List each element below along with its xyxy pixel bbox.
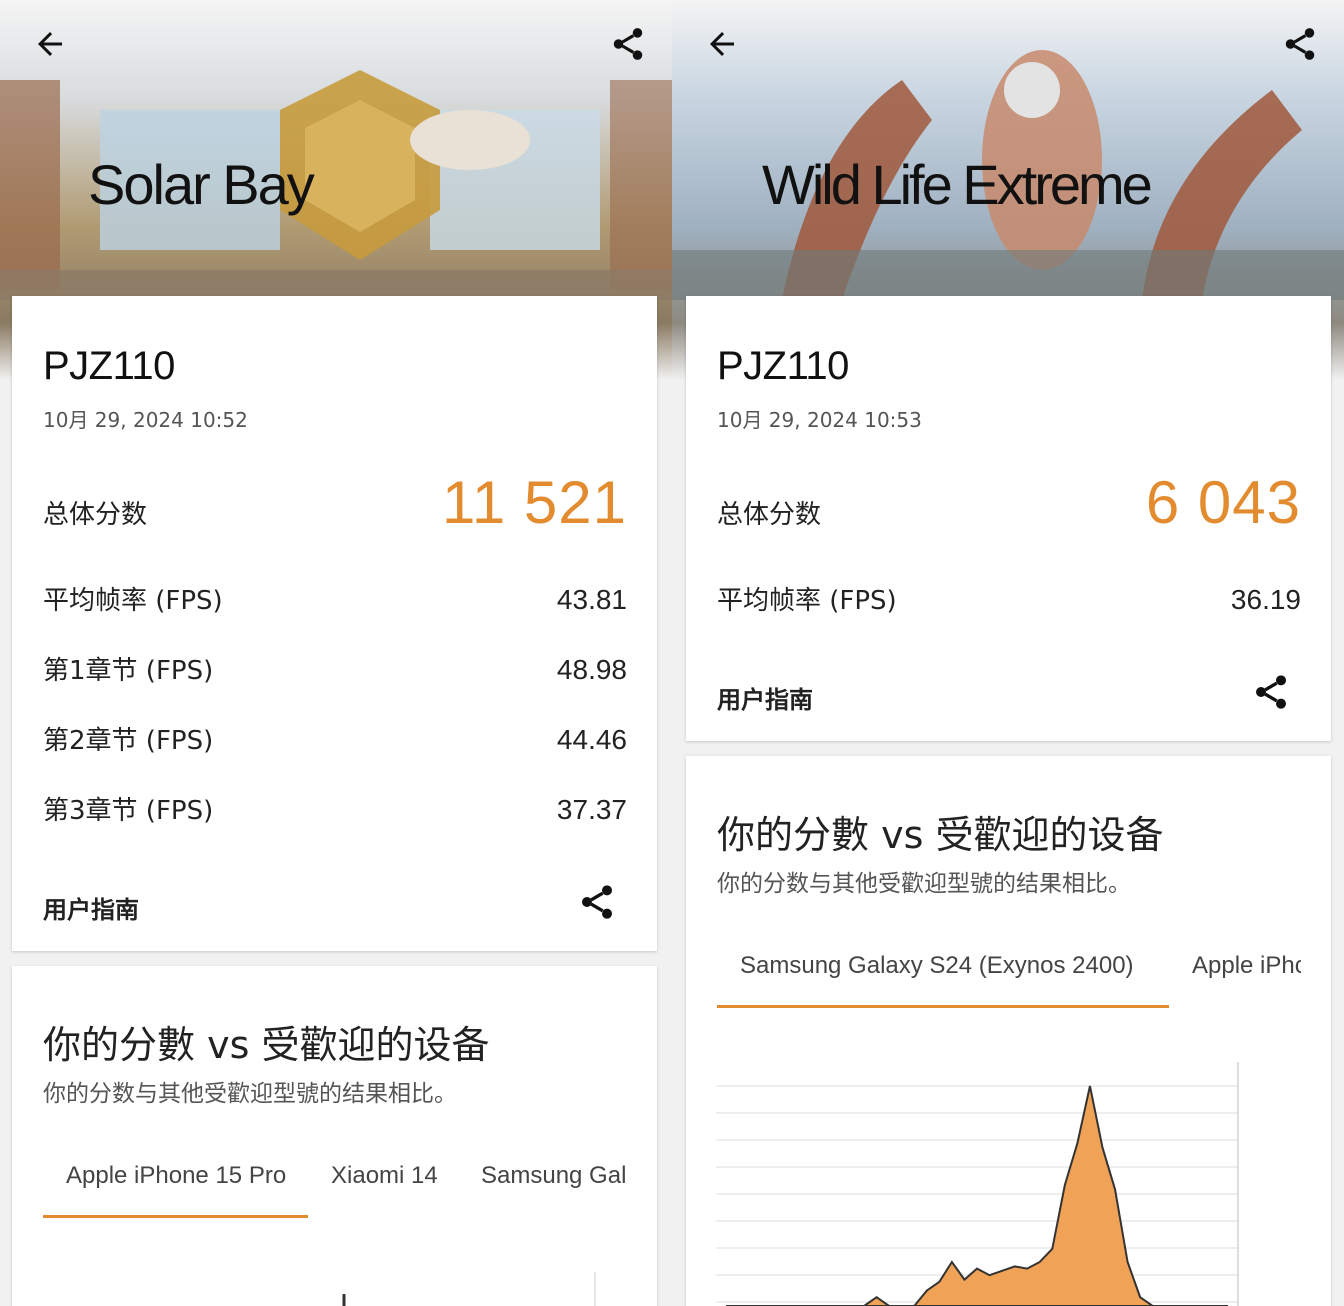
section-2-row: 第2章节 (FPS) 44.46: [43, 720, 627, 757]
back-button[interactable]: [28, 22, 72, 66]
device-name: PJZ110: [43, 344, 175, 388]
device-name: PJZ110: [717, 344, 849, 388]
comparison-subtitle: 你的分数与其他受歡迎型號的结果相比。: [43, 1081, 457, 1107]
test-datetime: 10月 29, 2024 10:52: [43, 408, 248, 432]
fps-label: 平均帧率 (FPS): [43, 586, 223, 616]
fps-value: 43.81: [556, 584, 627, 615]
total-score-row: 总体分数 6 043: [717, 468, 1301, 537]
section-2-value: 44.46: [556, 724, 627, 755]
tab-apple-iphone[interactable]: Apple iPhc: [1192, 952, 1301, 980]
benchmark-title: Solar Bay: [88, 153, 315, 216]
total-score-row: 总体分数 11 521: [43, 468, 627, 537]
back-button[interactable]: [700, 22, 744, 66]
section-1-label: 第1章节 (FPS): [43, 656, 214, 686]
section-1-value: 48.98: [556, 654, 627, 685]
test-datetime: 10月 29, 2024 10:53: [717, 408, 922, 432]
tab-xiaomi-14[interactable]: Xiaomi 14: [331, 1162, 438, 1190]
result-card: PJZ110 10月 29, 2024 10:53 总体分数 6 043 平均帧…: [686, 296, 1331, 741]
fps-row: 平均帧率 (FPS) 43.81: [43, 580, 627, 617]
share-icon: [1256, 675, 1286, 709]
total-score-value: 11 521: [441, 469, 627, 536]
share-icon: [582, 885, 612, 919]
score-distribution-chart: [716, 1062, 1239, 1306]
share-result-button[interactable]: [577, 882, 617, 922]
share-button[interactable]: [606, 22, 650, 66]
device-tabs: Apple iPhone 15 Pro Xiaomi 14 Samsung Ga…: [43, 1162, 627, 1222]
arrow-left-icon: [710, 32, 734, 56]
active-tab-indicator: [717, 1005, 1169, 1008]
section-3-label: 第3章节 (FPS): [43, 796, 214, 826]
section-3-value: 37.37: [556, 794, 627, 825]
section-1-row: 第1章节 (FPS) 48.98: [43, 650, 627, 687]
comparison-title: 你的分數 vs 受歡迎的设备: [43, 1023, 490, 1067]
arrow-left-icon: [38, 32, 62, 56]
wild-life-extreme-panel: Wild Life Extreme PJZ110 10月 29, 2024 10…: [672, 0, 1344, 1306]
total-score-label: 总体分数: [43, 500, 148, 530]
distribution-area: [726, 1085, 1228, 1306]
tab-samsung-galaxy[interactable]: Samsung Gal: [481, 1162, 626, 1190]
section-3-row: 第3章节 (FPS) 37.37: [43, 790, 627, 827]
fps-value: 36.19: [1230, 584, 1301, 615]
tab-apple-iphone-15-pro[interactable]: Apple iPhone 15 Pro: [66, 1162, 286, 1190]
active-tab-indicator: [43, 1215, 308, 1218]
share-icon: [613, 28, 643, 60]
benchmark-title: Wild Life Extreme: [762, 153, 1153, 216]
section-2-label: 第2章节 (FPS): [43, 726, 214, 756]
total-score-value: 6 043: [1145, 469, 1301, 536]
comparison-subtitle: 你的分数与其他受歡迎型號的结果相比。: [717, 871, 1131, 897]
solar-bay-panel: Solar Bay PJZ110 10月 29, 2024 10:52 总体分数…: [0, 0, 672, 1306]
share-result-button[interactable]: [1251, 672, 1291, 712]
total-score-label: 总体分数: [717, 500, 822, 530]
comparison-card: 你的分數 vs 受歡迎的设备 你的分数与其他受歡迎型號的结果相比。 Samsun…: [686, 756, 1331, 1306]
distribution-chart-preview: [342, 1272, 596, 1306]
comparison-title: 你的分數 vs 受歡迎的设备: [717, 813, 1164, 857]
fps-row: 平均帧率 (FPS) 36.19: [717, 580, 1301, 617]
fps-label: 平均帧率 (FPS): [717, 586, 897, 616]
tab-samsung-galaxy-s24[interactable]: Samsung Galaxy S24 (Exynos 2400): [740, 952, 1134, 980]
user-guide-link[interactable]: 用户指南: [43, 890, 139, 925]
share-icon: [1285, 28, 1315, 60]
comparison-card: 你的分數 vs 受歡迎的设备 你的分数与其他受歡迎型號的结果相比。 Apple …: [12, 966, 657, 1306]
device-tabs: Samsung Galaxy S24 (Exynos 2400) Apple i…: [717, 952, 1301, 1012]
share-button[interactable]: [1278, 22, 1322, 66]
result-card: PJZ110 10月 29, 2024 10:52 总体分数 11 521 平均…: [12, 296, 657, 951]
user-guide-link[interactable]: 用户指南: [717, 680, 813, 715]
